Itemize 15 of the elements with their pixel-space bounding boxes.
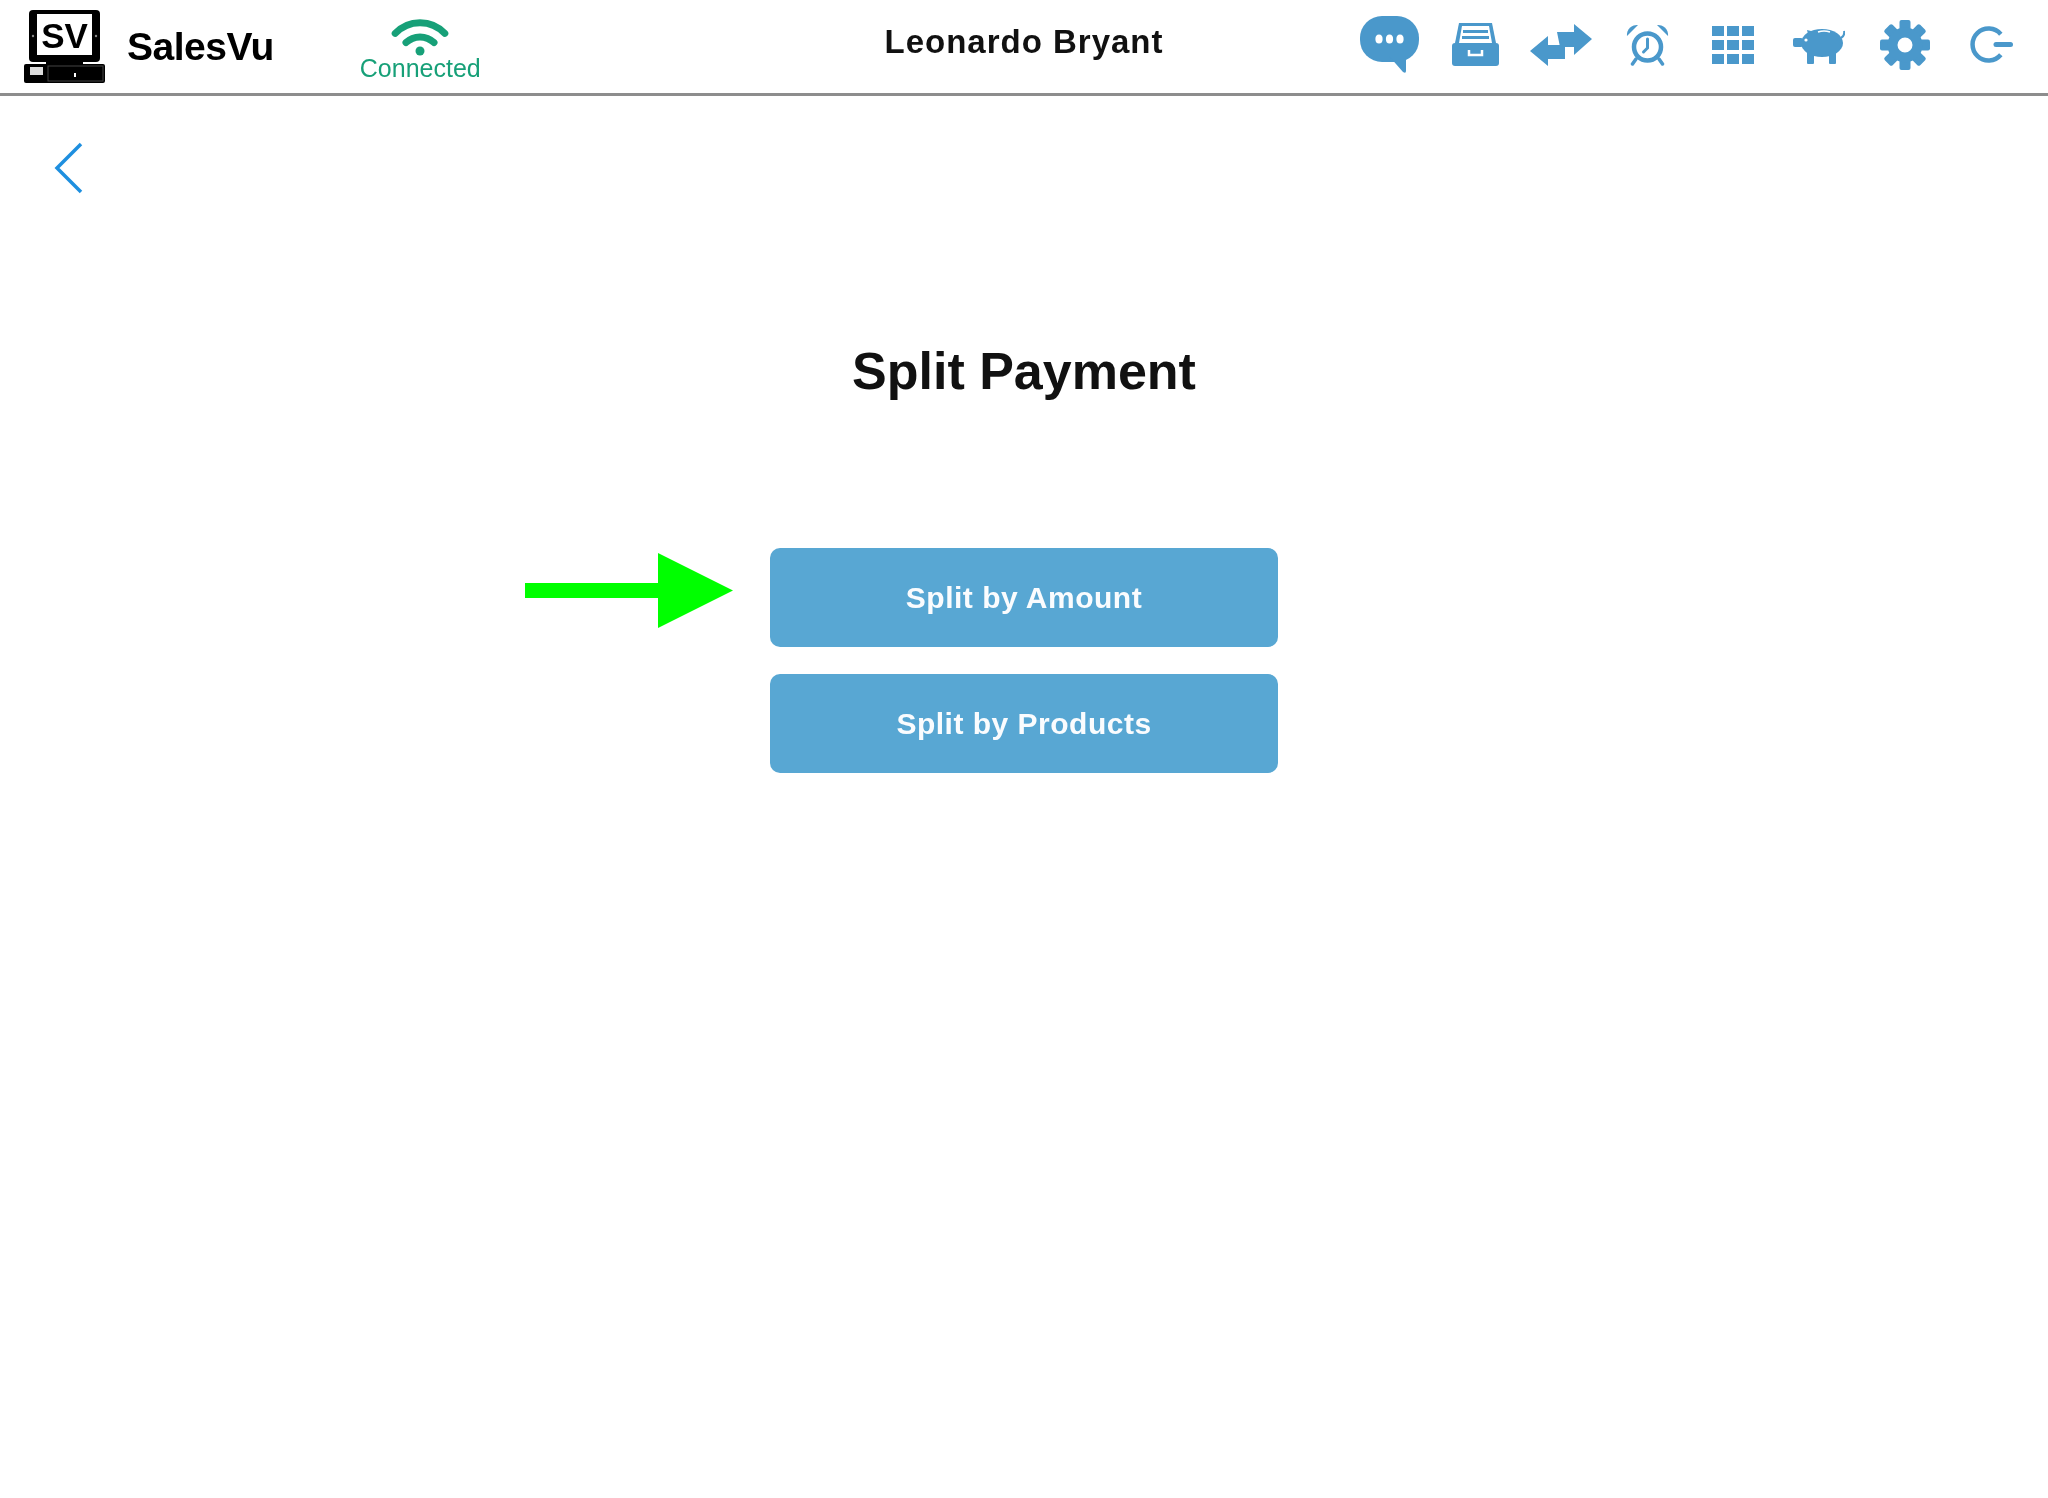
back-chevron-icon[interactable]	[54, 142, 84, 194]
option-button[interactable]: Split by Products	[770, 674, 1278, 773]
logo: SV	[24, 10, 105, 83]
grid-icon[interactable]	[1712, 25, 1754, 64]
connection-status: Connected	[359, 56, 481, 81]
brand-name: SalesVu	[127, 27, 274, 66]
power-icon[interactable]	[1969, 26, 2013, 63]
drawer-icon[interactable]	[1451, 23, 1499, 66]
page-title: Split Payment	[851, 341, 1197, 402]
option-button[interactable]: Split by Amount	[770, 548, 1278, 647]
settings-icon[interactable]	[1880, 19, 1930, 70]
chat-icon[interactable]	[1359, 15, 1419, 74]
alarm-clock-icon[interactable]	[1625, 23, 1669, 66]
user-name: Leonardo Bryant	[884, 24, 1164, 63]
swap-arrows-icon[interactable]	[1530, 23, 1592, 66]
